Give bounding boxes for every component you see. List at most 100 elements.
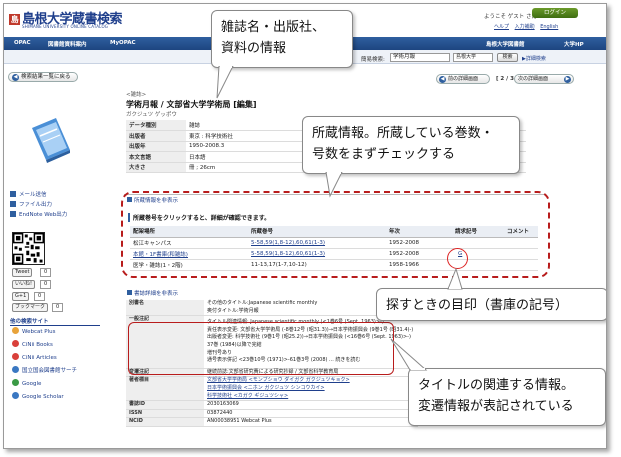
callout-line: タイトルの関連する情報。 [418, 378, 575, 393]
other-search-label: CiNii Books [22, 342, 53, 348]
journal-cover-icon [32, 118, 70, 163]
other-search-label: Google Scholar [22, 394, 64, 400]
call-number-highlight-circle [447, 248, 468, 269]
callout-line: 号数をまずチェックする [312, 147, 456, 162]
next-detail-button[interactable]: 次の詳細画面 ▶ [514, 74, 574, 84]
arrow-left-icon: ◀ [439, 76, 446, 83]
back-to-results-button[interactable]: ◀ 検索結果一覧に戻る [8, 72, 78, 82]
browser-frame: 島島根大学蔵書検索 SHIMANE UNIVERSITY ONLINE CATA… [3, 3, 607, 449]
other-search-link[interactable]: 国立国会図書館サーチ [12, 366, 77, 379]
search-label: 簡易検索: [361, 57, 385, 63]
other-search-label: Webcat Plus [22, 329, 56, 335]
bib-label: 著者標目 [126, 376, 204, 402]
file-icon [10, 201, 16, 207]
next-label: 次の詳細画面 [518, 76, 549, 82]
bib-row: ISSN 03872440 [126, 409, 418, 419]
like-button[interactable]: いいね! [12, 280, 36, 289]
bib-label: 別書名 [126, 300, 204, 317]
bib-row: NCID AN00038951 Webcat Plus [126, 417, 418, 427]
output-links: メール送信 ファイル出力 EndNote Web出力 [10, 190, 110, 220]
other-search-link[interactable]: CiNii Articles [12, 353, 77, 366]
field-label: 出版者 [126, 130, 186, 142]
bib-value-line[interactable]: 日本学術振興会 <ニホン ガクジュツ シンコウカイ> [207, 385, 418, 393]
collapse-icon [127, 290, 132, 295]
logo-subtitle: SHIMANE UNIVERSITY ONLINE CATALOG [22, 24, 109, 29]
nav-university-library[interactable]: 島根大学図書館 [486, 40, 525, 48]
callout-pointer [325, 172, 343, 198]
tweet-button[interactable]: Tweet [12, 268, 33, 277]
callout-pointer [447, 268, 463, 290]
endnote-icon [10, 211, 16, 217]
english-link[interactable]: English [540, 24, 558, 30]
field-label: 出版年 [126, 141, 186, 152]
bib-row: 著者標目 文部省大学学術局 <モンブショウ ダイガク ガクジュツキョク> 日本学術振… [126, 376, 418, 402]
other-search-label: Google [22, 381, 42, 387]
site-icon [12, 353, 19, 360]
bib-value: AN00038951 Webcat Plus [204, 417, 418, 427]
other-search-title: 他の検索サイト [10, 317, 100, 326]
callout-line: 探すときの目印（書庫の記号） [386, 298, 569, 313]
note-highlight-box [128, 322, 394, 375]
qr-code-icon [12, 232, 45, 265]
callout-journal-info: 雑誌名・出版社、 資料の情報 [211, 10, 353, 68]
field-label: 大きさ [126, 162, 186, 173]
callout-line: 雑誌名・出版社、 [221, 20, 326, 35]
nav-university-hp[interactable]: 大学HP [564, 40, 584, 48]
logo-mark-icon: 島 [9, 14, 20, 25]
search-button[interactable]: 検索 [497, 53, 518, 62]
bib-value-line[interactable]: 文部省大学学術局 <モンブショウ ダイガク ガクジュツキョク> [207, 377, 418, 385]
help-link[interactable]: ヘルプ [494, 24, 509, 30]
other-search-link[interactable]: Google [12, 379, 77, 392]
other-search-list: Webcat Plus CiNii Books CiNii Articles 国立国会… [12, 327, 77, 405]
prev-detail-button[interactable]: ◀ 前の詳細画面 [436, 74, 490, 84]
help-links: ヘルプ 入力補助 English [494, 23, 562, 30]
bib-toggle-label: 書誌詳細を非表示 [134, 291, 179, 297]
endnote-link[interactable]: EndNote Web出力 [10, 210, 110, 219]
gplus-button[interactable]: G+1 [12, 292, 30, 301]
callout-pointer [216, 66, 234, 99]
other-search-link[interactable]: Google Scholar [12, 392, 77, 405]
bib-row: 書誌ID 2030163069 [126, 400, 418, 410]
hatena-count: 0 [52, 303, 64, 312]
nav-library-guide[interactable]: 図書館資料案内 [48, 40, 87, 48]
other-search-label: 国立国会図書館サーチ [22, 368, 78, 374]
callout-holdings-info: 所蔵情報。所蔵している巻数・ 号数をまずチェックする [302, 116, 520, 174]
nav-opac[interactable]: OPAC [14, 40, 31, 46]
callout-title-note: タイトルの関連する情報。 変遷情報が表記されている [408, 368, 606, 426]
bib-label: ISSN [126, 409, 204, 419]
site-icon [12, 379, 19, 386]
other-search-label: CiNii Articles [22, 355, 57, 361]
record-kana: ガクジュツ ゲッポウ [126, 112, 177, 118]
search-scope-select[interactable]: 島根大学 [453, 53, 493, 62]
search-input[interactable]: 学術月報 [390, 53, 450, 62]
file-output-label: ファイル出力 [19, 202, 53, 208]
email-link[interactable]: メール送信 [10, 190, 110, 199]
field-label: 本文言語 [126, 151, 186, 163]
nav-myopac[interactable]: MyOPAC [110, 40, 136, 46]
site-icon [12, 366, 19, 373]
endnote-label: EndNote Web出力 [19, 212, 68, 218]
field-label: データ種別 [126, 120, 186, 131]
bib-value-line[interactable]: 科学技術社 <カガク ギジュツシャ> [207, 393, 418, 401]
prev-label: 前の詳細画面 [448, 76, 479, 82]
other-search-link[interactable]: Webcat Plus [12, 327, 77, 340]
hatena-bookmark-button[interactable]: ブックマーク [12, 303, 49, 312]
callout-pointer [390, 338, 428, 371]
record-title: 学術月報 / 文部省大学学術局 [編集] [126, 100, 257, 109]
email-link-label: メール送信 [19, 192, 47, 198]
holdings-highlight-box [121, 191, 550, 278]
advanced-search-link[interactable]: ▶詳細検索 [522, 55, 546, 62]
bib-row: 別書名 その他のタイトル:Japanese scientific monthly 奥… [126, 300, 418, 317]
mail-icon [10, 191, 16, 197]
like-count: 0 [40, 280, 52, 289]
bib-label: 書誌ID [126, 400, 204, 410]
callout-line: 変遷情報が表記されている [418, 399, 574, 414]
other-search-link[interactable]: CiNii Books [12, 340, 77, 353]
file-output-link[interactable]: ファイル出力 [10, 200, 110, 209]
tweet-count: 0 [40, 268, 52, 277]
login-button[interactable]: ログイン [532, 8, 578, 18]
site-icon [12, 392, 19, 399]
bib-value-line: AN00038951 Webcat Plus [207, 418, 272, 425]
back-label: 検索結果一覧に戻る [21, 74, 71, 80]
input-assist-link[interactable]: 入力補助 [515, 24, 535, 30]
